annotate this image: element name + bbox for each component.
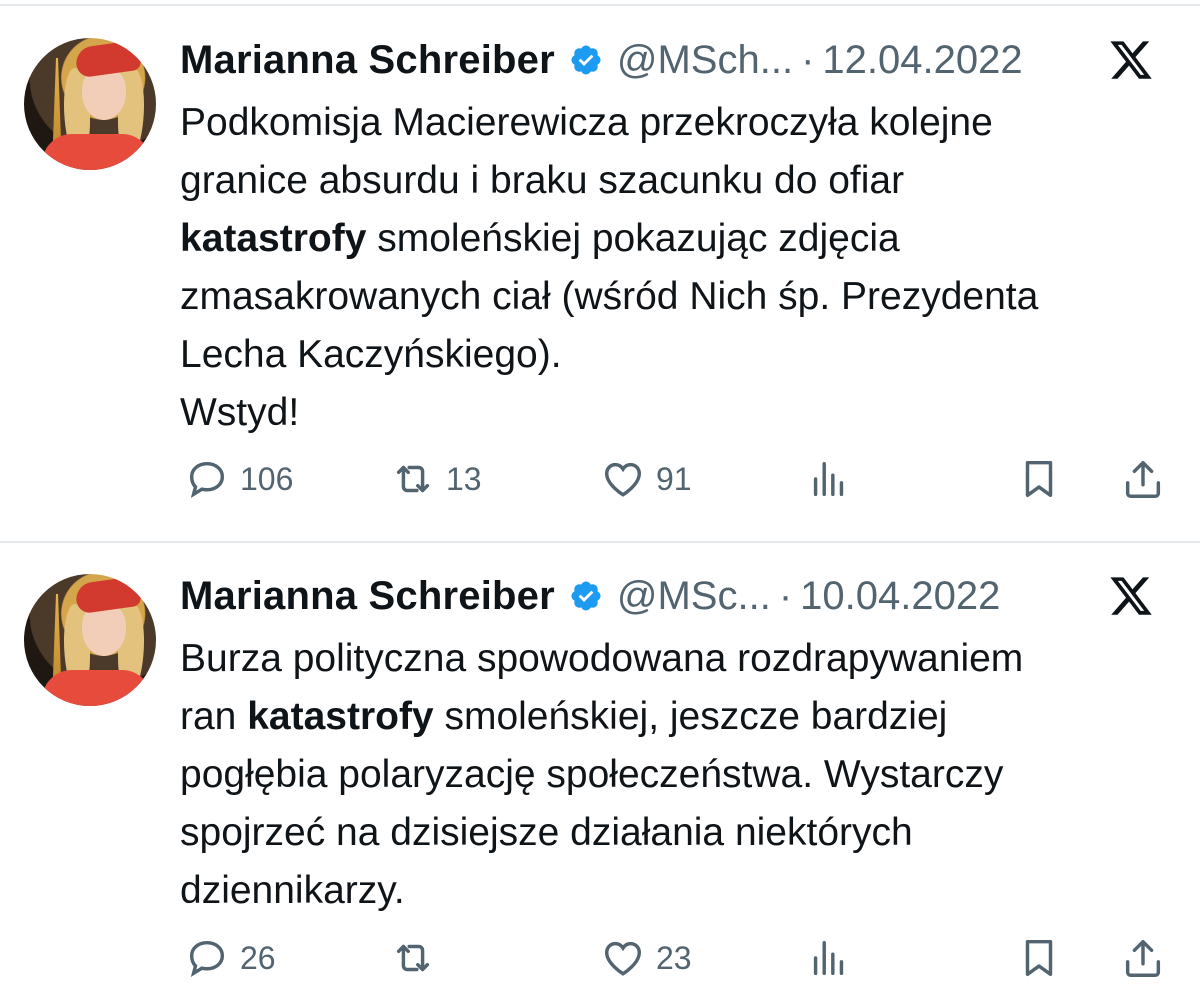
tweet-text-segment: Burza polityczna spowodowana rozdrapywan… (180, 637, 1024, 680)
tweet-text-line: pogłębia polaryzację społeczeństwa. Wyst… (180, 746, 1180, 804)
tweet-actions: 26 23 (0, 935, 1200, 985)
retweet-icon (396, 465, 430, 493)
tweet-text-line: Lecha Kaczyńskiego). (180, 326, 1180, 384)
tweet-text-segment: pogłębia polaryzację społeczeństwa. Wyst… (180, 753, 1004, 796)
share-button[interactable] (1120, 935, 1166, 981)
x-logo-icon (1110, 41, 1152, 79)
views-chart-icon (813, 940, 844, 976)
retweet-button[interactable] (390, 935, 446, 981)
tweet-date[interactable]: 12.04.2022 (822, 38, 1022, 83)
tweet-text-bold: katastrofy (247, 695, 434, 738)
retweet-icon (396, 944, 430, 972)
bookmark-icon (1025, 939, 1053, 977)
tweet-text: Podkomisja Macierewicza przekroczyła kol… (180, 94, 1180, 442)
tweet-text-line: Wstyd! (180, 384, 1180, 442)
x-logo-icon (1110, 577, 1152, 615)
reply-count: 26 (240, 939, 276, 976)
tweet-text-segment: smoleńskiej, jeszcze bardziej (433, 695, 948, 738)
tweet-text-line: dziennikarzy. (180, 862, 1180, 920)
bookmark-icon (1025, 460, 1053, 498)
tweet-text-line: spojrzeć na dzisiejsze działania niektór… (180, 804, 1180, 862)
heart-icon (604, 941, 642, 976)
tweet-text-segment: zmasakrowanych ciał (wśród Nich śp. Prez… (180, 275, 1039, 318)
tweet-text-line: ran katastrofy smoleńskiej, jeszcze bard… (180, 688, 1180, 746)
retweet-count: 13 (446, 460, 482, 497)
tweet-text-segment: smoleńskiej pokazując zdjęcia (366, 217, 900, 260)
tweet-text-segment: granice absurdu i braku szacunku do ofia… (180, 159, 905, 202)
tweet-header: Marianna Schreiber @MSc... · 10.04.2022 (180, 566, 1000, 626)
verified-badge-icon (571, 581, 601, 611)
tweet-text-line: Burza polityczna spowodowana rozdrapywan… (180, 630, 1180, 688)
retweet-button[interactable]: 13 (390, 456, 482, 502)
author-name[interactable]: Marianna Schreiber (180, 574, 555, 619)
separator: · (778, 573, 793, 618)
share-icon (1125, 939, 1161, 977)
avatar[interactable] (24, 38, 156, 170)
tweet-actions: 106 13 91 (0, 456, 1200, 506)
avatar[interactable] (24, 574, 156, 706)
like-count: 23 (656, 939, 692, 976)
reply-bubble-icon (189, 940, 225, 978)
views-chart-icon (813, 461, 844, 497)
tweet-text-segment: Podkomisja Macierewicza przekroczyła kol… (180, 101, 993, 144)
like-button[interactable]: 91 (600, 456, 692, 502)
tweet-text-segment: Wstyd! (180, 391, 300, 434)
tweet-text-segment: Lecha Kaczyńskiego). (180, 333, 562, 376)
tweet-text-bold: katastrofy (180, 217, 367, 260)
bookmark-button[interactable] (1016, 456, 1062, 502)
tweet-divider (0, 541, 1200, 543)
like-count: 91 (656, 460, 692, 497)
reply-button[interactable]: 26 (184, 935, 276, 981)
share-icon (1125, 460, 1161, 498)
tweet-text-line: katastrofy smoleńskiej pokazując zdjęcia (180, 210, 1180, 268)
reply-bubble-icon (189, 461, 225, 499)
tweet-text-line: granice absurdu i braku szacunku do ofia… (180, 152, 1180, 210)
tweet-header: Marianna Schreiber @MSch... · 12.04.2022 (180, 30, 1023, 90)
tweet-text: Burza polityczna spowodowana rozdrapywan… (180, 630, 1180, 920)
tweet-text-segment: dziennikarzy. (180, 869, 405, 912)
verified-badge-icon (571, 45, 601, 75)
author-handle[interactable]: @MSc... (617, 574, 771, 619)
author-handle[interactable]: @MSch... (617, 38, 793, 83)
author-name[interactable]: Marianna Schreiber (180, 38, 555, 83)
views-button[interactable] (806, 456, 852, 502)
like-button[interactable]: 23 (600, 935, 692, 981)
tweet-text-segment: spojrzeć na dzisiejsze działania niektór… (180, 811, 913, 854)
tweet-date[interactable]: 10.04.2022 (800, 574, 1000, 619)
reply-button[interactable]: 106 (184, 456, 293, 502)
tweet-text-line: zmasakrowanych ciał (wśród Nich śp. Prez… (180, 268, 1180, 326)
tweet-text-line: Podkomisja Macierewicza przekroczyła kol… (180, 94, 1180, 152)
bookmark-button[interactable] (1016, 935, 1062, 981)
heart-icon (604, 462, 642, 497)
separator: · (801, 37, 815, 82)
tweet-text-segment: ran (180, 695, 248, 738)
share-button[interactable] (1120, 456, 1166, 502)
reply-count: 106 (240, 460, 294, 497)
views-button[interactable] (806, 935, 852, 981)
top-divider (0, 4, 1200, 6)
